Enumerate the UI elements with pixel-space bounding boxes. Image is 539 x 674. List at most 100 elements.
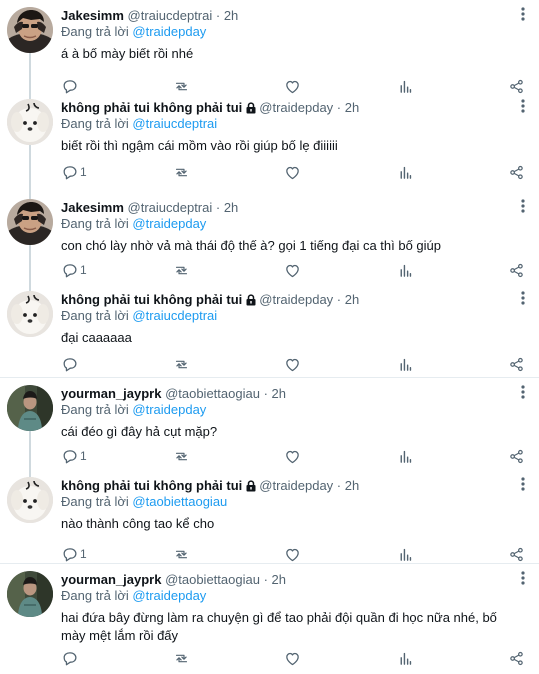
user-handle[interactable]: @traidepday — [259, 100, 333, 115]
like-button[interactable] — [284, 355, 301, 373]
more-icon — [515, 571, 531, 590]
tweet[interactable]: yourman_jayprk @taobiettaogiau · 2h Đang … — [0, 564, 539, 674]
tweet-actions: 1 — [61, 261, 531, 279]
more-options-button[interactable] — [515, 290, 531, 306]
reply-button[interactable]: 1 — [61, 261, 87, 279]
timestamp[interactable]: 2h — [345, 292, 359, 307]
avatar[interactable] — [7, 571, 53, 617]
more-options-button[interactable] — [515, 384, 531, 400]
timestamp[interactable]: 2h — [272, 572, 286, 587]
mention-link[interactable]: @traidepday — [132, 588, 206, 603]
tweet[interactable]: không phải tui không phải tui @traidepday… — [0, 470, 539, 564]
views-icon — [397, 164, 414, 181]
avatar[interactable] — [7, 291, 53, 337]
retweet-icon — [173, 262, 190, 279]
share-button[interactable] — [508, 261, 525, 279]
user-handle[interactable]: @taobiettaogiau — [165, 386, 260, 401]
share-button[interactable] — [508, 447, 525, 465]
tweet-actions: 1 — [61, 545, 531, 563]
tweet[interactable]: không phải tui không phải tui @traidepday… — [0, 284, 539, 378]
mention-link[interactable]: @traiucdeptrai — [132, 116, 217, 131]
tweet[interactable]: không phải tui không phải tui @traidepday… — [0, 92, 539, 192]
mention-link[interactable]: @traidepday — [132, 24, 206, 39]
reply-count: 1 — [80, 165, 87, 179]
mention-link[interactable]: @taobiettaogiau — [132, 494, 227, 509]
timestamp[interactable]: 2h — [224, 8, 238, 23]
display-name[interactable]: không phải tui không phải tui — [61, 100, 242, 115]
like-button[interactable] — [284, 545, 301, 563]
retweet-button[interactable] — [173, 163, 190, 181]
replying-to-label: Đang trả lời — [61, 116, 129, 131]
more-icon — [515, 99, 531, 118]
share-button[interactable] — [508, 163, 525, 181]
more-options-button[interactable] — [515, 6, 531, 22]
reply-button[interactable] — [61, 355, 80, 373]
user-handle[interactable]: @taobiettaogiau — [165, 572, 260, 587]
retweet-button[interactable] — [173, 649, 190, 667]
avatar[interactable] — [7, 99, 53, 145]
more-options-button[interactable] — [515, 570, 531, 586]
user-handle[interactable]: @traidepday — [259, 292, 333, 307]
comment-icon — [61, 448, 78, 465]
display-name[interactable]: yourman_jayprk — [61, 572, 161, 587]
like-button[interactable] — [284, 261, 301, 279]
thread-connector — [29, 192, 31, 199]
views-button[interactable] — [397, 447, 414, 465]
user-handle[interactable]: @traiucdeptrai — [128, 200, 213, 215]
tweet[interactable]: Jakesimm @traiucdeptrai · 2h Đang trả lời… — [0, 192, 539, 284]
lock-icon — [245, 294, 257, 310]
display-name[interactable]: Jakesimm — [61, 200, 124, 215]
views-button[interactable] — [397, 163, 414, 181]
share-button[interactable] — [508, 545, 525, 563]
more-options-button[interactable] — [515, 476, 531, 492]
retweet-icon — [173, 356, 190, 373]
reply-button[interactable]: 1 — [61, 545, 87, 563]
reply-button[interactable]: 1 — [61, 447, 87, 465]
avatar[interactable] — [7, 477, 53, 523]
display-name[interactable]: không phải tui không phải tui — [61, 478, 242, 493]
reply-button[interactable] — [61, 649, 80, 667]
display-name[interactable]: yourman_jayprk — [61, 386, 161, 401]
share-button[interactable] — [508, 649, 525, 667]
tweet-text: cái đéo gì đây hả cụt mặp? — [61, 424, 218, 439]
tweet[interactable]: Jakesimm @traiucdeptrai · 2h Đang trả lời… — [0, 0, 539, 93]
retweet-button[interactable] — [173, 355, 190, 373]
thread-connector — [29, 92, 31, 99]
avatar[interactable] — [7, 199, 53, 245]
timestamp[interactable]: 2h — [272, 386, 286, 401]
like-button[interactable] — [284, 649, 301, 667]
timestamp[interactable]: 2h — [345, 478, 359, 493]
retweet-button[interactable] — [173, 545, 190, 563]
reply-thread: Jakesimm @traiucdeptrai · 2h Đang trả lời… — [0, 0, 539, 674]
views-button[interactable] — [397, 261, 414, 279]
user-handle[interactable]: @traidepday — [259, 478, 333, 493]
mention-link[interactable]: @traidepday — [132, 216, 206, 231]
tweet[interactable]: yourman_jayprk @taobiettaogiau · 2h Đang … — [0, 378, 539, 470]
views-icon — [397, 650, 414, 667]
more-options-button[interactable] — [515, 98, 531, 114]
tweet-text: biết rồi thì ngậm cái mồm vào rồi giúp b… — [61, 138, 338, 153]
mention-link[interactable]: @traidepday — [132, 402, 206, 417]
like-button[interactable] — [284, 447, 301, 465]
tweet-text: đại caaaaaa — [61, 330, 132, 345]
share-button[interactable] — [508, 355, 525, 373]
avatar[interactable] — [7, 7, 53, 53]
reply-button[interactable]: 1 — [61, 163, 87, 181]
display-name[interactable]: Jakesimm — [61, 8, 124, 23]
views-button[interactable] — [397, 355, 414, 373]
tweet-actions — [61, 355, 531, 373]
retweet-button[interactable] — [173, 447, 190, 465]
display-name[interactable]: không phải tui không phải tui — [61, 292, 242, 307]
timestamp[interactable]: 2h — [345, 100, 359, 115]
tweet-actions: 1 — [61, 447, 531, 465]
retweet-button[interactable] — [173, 261, 190, 279]
user-handle[interactable]: @traiucdeptrai — [128, 8, 213, 23]
separator-dot: · — [212, 8, 224, 23]
avatar[interactable] — [7, 385, 53, 431]
mention-link[interactable]: @traiucdeptrai — [132, 308, 217, 323]
more-options-button[interactable] — [515, 198, 531, 214]
views-button[interactable] — [397, 649, 414, 667]
views-button[interactable] — [397, 545, 414, 563]
timestamp[interactable]: 2h — [224, 200, 238, 215]
like-button[interactable] — [284, 163, 301, 181]
